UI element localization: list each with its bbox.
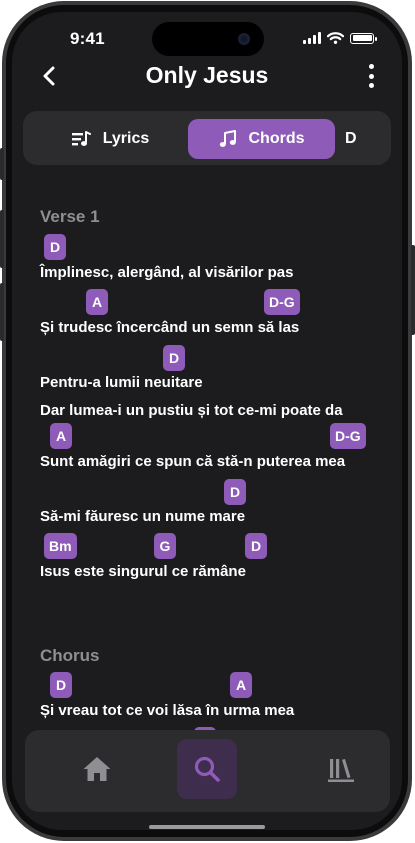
lyric-line: Pentru-a lumii neuitare	[40, 374, 203, 391]
lyric-line: Și vreau tot ce voi lăsa în urma mea	[40, 702, 295, 719]
tab-key-label: D	[345, 130, 357, 147]
side-button	[0, 283, 4, 341]
lyric-line: Și trudesc încercând un semn să las	[40, 319, 300, 336]
app-header: Only Jesus	[12, 58, 402, 94]
app-screen: 9:41 Only Jesus Lyrics Chords D Verse 1 …	[12, 12, 402, 830]
nav-home-button[interactable]	[67, 739, 127, 799]
music-note-icon	[219, 130, 236, 147]
chord-chip[interactable]: G	[154, 533, 176, 559]
tab-lyrics[interactable]: Lyrics	[35, 119, 185, 159]
chord-chip[interactable]: A	[50, 423, 72, 449]
song-content: Verse 1 D Împlinesc, alergând, al visări…	[12, 187, 402, 732]
lyric-line: Să-mi făuresc un nume mare	[40, 508, 246, 525]
lyrics-note-icon	[71, 131, 91, 146]
side-button	[411, 245, 415, 335]
library-icon	[328, 759, 354, 782]
tab-key[interactable]: D	[345, 119, 375, 159]
tab-lyrics-label: Lyrics	[102, 130, 150, 147]
battery-icon	[350, 32, 377, 44]
nav-search-button[interactable]	[177, 739, 237, 799]
side-button	[0, 210, 4, 268]
more-dot	[368, 64, 374, 69]
chord-chip[interactable]: D	[50, 672, 72, 698]
chord-chip[interactable]: Bm	[44, 533, 77, 559]
chord-chip[interactable]: D-G	[264, 289, 300, 315]
cellular-signal-icon	[303, 32, 321, 44]
lyric-line: Dar lumea-i un pustiu și tot ce-mi poate…	[40, 402, 343, 419]
search-icon	[194, 756, 220, 782]
view-tabs: Lyrics Chords D	[23, 111, 391, 165]
nav-library-button[interactable]	[311, 739, 371, 799]
home-icon	[83, 757, 111, 781]
status-time: 9:41	[70, 29, 105, 48]
camera-icon	[238, 33, 250, 45]
home-indicator[interactable]	[149, 825, 265, 829]
chord-chip[interactable]: A	[86, 289, 108, 315]
status-icons	[303, 32, 377, 44]
lyric-line: Isus este singurul ce rămâne	[40, 563, 246, 580]
lyric-line: Sunt amăgiri ce spun că stă-n puterea me…	[40, 453, 346, 470]
page-title: Only Jesus	[145, 62, 269, 88]
chord-chip[interactable]: D	[163, 345, 185, 371]
tab-chords-label: Chords	[248, 130, 305, 147]
chord-chip[interactable]: D	[224, 479, 246, 505]
bottom-nav	[25, 730, 390, 812]
wifi-icon	[327, 32, 344, 44]
chord-chip[interactable]: D	[44, 234, 66, 260]
section-title: Verse 1	[40, 207, 100, 226]
lyric-line: Împlinesc, alergând, al visărilor pas	[40, 264, 294, 281]
more-dot	[368, 73, 374, 79]
chord-chip[interactable]: D-G	[330, 423, 366, 449]
chord-chip[interactable]: A	[230, 672, 252, 698]
section-title: Chorus	[40, 646, 100, 665]
more-dot	[368, 83, 374, 88]
tab-chords[interactable]: Chords	[188, 119, 335, 159]
more-options-button[interactable]	[364, 64, 378, 88]
side-button	[0, 148, 4, 180]
chord-chip[interactable]: D	[245, 533, 267, 559]
